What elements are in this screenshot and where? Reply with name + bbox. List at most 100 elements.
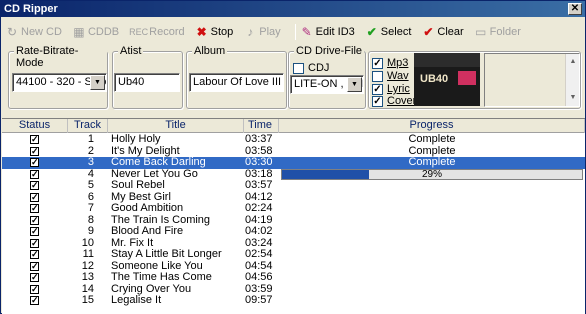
- header-track[interactable]: Track: [68, 119, 108, 133]
- cover-option[interactable]: ✓ Cover: [372, 95, 416, 107]
- row-title: Soul Rebel: [111, 179, 165, 191]
- scroll-up-icon[interactable]: ▲: [567, 56, 579, 68]
- folder-icon: ▭: [475, 25, 487, 39]
- lyric-textarea[interactable]: ▲ ▼: [484, 53, 580, 107]
- progress-percent-label: 29%: [421, 168, 442, 180]
- chevron-down-icon[interactable]: ▼: [347, 77, 362, 92]
- record-label: Record: [149, 26, 185, 38]
- stop-button[interactable]: ✖ Stop: [195, 25, 234, 39]
- select-label: Select: [380, 26, 412, 38]
- new-cd-icon: ↻: [6, 25, 18, 39]
- drive-select[interactable]: LITE-ON , DVD ▼: [290, 75, 364, 94]
- wav-checkbox[interactable]: [372, 70, 383, 82]
- table-row[interactable]: ✓ 9 Blood And Fire 04:02: [2, 225, 585, 238]
- row-time: 03:30: [245, 156, 273, 168]
- drive-label: CD Drive-File: [294, 45, 364, 57]
- chevron-down-icon[interactable]: ▼: [90, 75, 105, 90]
- row-track-number: 9: [87, 225, 94, 237]
- row-status-checkbox[interactable]: ✓: [30, 261, 39, 271]
- header-status[interactable]: Status: [2, 119, 68, 133]
- lyric-checkbox[interactable]: ✓: [372, 83, 383, 95]
- list-header: Status Track Title Time Progress: [2, 119, 585, 133]
- table-row[interactable]: ✓ 7 Good Ambition 02:24: [2, 202, 585, 215]
- row-status-checkbox[interactable]: ✓: [30, 284, 39, 294]
- artist-input[interactable]: Ub40: [114, 73, 180, 92]
- new-cd-button[interactable]: ↻ New CD: [5, 25, 62, 39]
- row-status-checkbox[interactable]: ✓: [30, 135, 39, 144]
- wav-option[interactable]: Wav: [372, 70, 409, 82]
- scroll-down-icon[interactable]: ▼: [567, 92, 579, 104]
- row-status-checkbox[interactable]: ✓: [30, 192, 39, 202]
- row-status-checkbox[interactable]: ✓: [30, 204, 39, 213]
- close-button[interactable]: ✕: [568, 3, 582, 15]
- select-button[interactable]: ✔ Select: [365, 25, 412, 39]
- row-status-checkbox[interactable]: ✓: [30, 146, 39, 156]
- lyric-label: Lyric: [387, 83, 410, 95]
- row-status-checkbox[interactable]: ✓: [30, 250, 39, 259]
- play-label: Play: [259, 26, 281, 38]
- row-time: 03:57: [245, 179, 273, 191]
- header-title[interactable]: Title: [108, 119, 244, 133]
- table-row[interactable]: ✓ 11 Stay A Little Bit Longer 02:54: [2, 248, 585, 261]
- cddb-label: CDDB: [87, 26, 120, 38]
- stop-label: Stop: [210, 26, 234, 38]
- mp3-label: Mp3: [387, 57, 409, 69]
- header-progress[interactable]: Progress: [279, 119, 585, 133]
- toolbar-separator: [294, 24, 296, 40]
- cddb-icon: ▦: [73, 25, 85, 39]
- row-status-checkbox[interactable]: ✓: [30, 169, 39, 179]
- lyric-option[interactable]: ✓ Lyric: [372, 83, 410, 95]
- row-status-checkbox[interactable]: ✓: [30, 238, 39, 248]
- cdj-option[interactable]: CDJ: [293, 62, 329, 74]
- cover-banner: [414, 53, 480, 67]
- folder-button[interactable]: ▭ Folder: [474, 25, 521, 39]
- row-status-checkbox[interactable]: ✓: [30, 215, 39, 225]
- row-status-checkbox[interactable]: ✓: [30, 227, 39, 236]
- cdj-checkbox[interactable]: [293, 62, 304, 74]
- header-time[interactable]: Time: [244, 119, 279, 133]
- row-progress-text: Complete: [408, 156, 456, 168]
- mp3-checkbox[interactable]: ✓: [372, 57, 383, 69]
- title-bar[interactable]: CD Ripper ✕: [1, 1, 585, 17]
- play-button[interactable]: ♪ Play: [243, 25, 280, 39]
- row-track-number: 11: [82, 248, 94, 260]
- table-row[interactable]: ✓ 5 Soul Rebel 03:57: [2, 179, 585, 192]
- row-status-checkbox[interactable]: ✓: [30, 296, 39, 305]
- rate-label: Rate-Bitrate-Mode: [14, 45, 107, 69]
- cddb-button[interactable]: ▦ CDDB: [72, 25, 119, 39]
- row-track-number: 5: [87, 179, 94, 191]
- cover-accent: [458, 71, 476, 85]
- clear-button[interactable]: ✔ Clear: [421, 25, 463, 39]
- cover-logo-text: UB40: [420, 73, 449, 85]
- new-cd-label: New CD: [21, 26, 62, 38]
- row-track-number: 15: [81, 294, 94, 306]
- row-status-checkbox[interactable]: ✓: [30, 273, 39, 282]
- edit-id3-button[interactable]: ✎ Edit ID3: [300, 25, 355, 39]
- mp3-option[interactable]: ✓ Mp3: [372, 57, 408, 69]
- row-status-checkbox[interactable]: ✓: [30, 181, 39, 190]
- toolbar: ↻ New CD ▦ CDDB REC Record ✖ Stop ♪ Play…: [5, 22, 581, 42]
- row-track-number: 13: [81, 271, 94, 283]
- row-time: 04:56: [245, 271, 273, 283]
- table-row[interactable]: ✓ 1 Holly Holy 03:37 Complete: [2, 133, 585, 146]
- stop-icon: ✖: [196, 25, 207, 39]
- cover-checkbox[interactable]: ✓: [372, 95, 383, 107]
- clear-label: Clear: [437, 26, 464, 38]
- track-rows: ✓ 1 Holly Holy 03:37 Complete ✓ 2 It's My Delig…: [2, 133, 585, 307]
- rate-select[interactable]: 44100 - 320 - Stereo ▼: [12, 73, 107, 92]
- folder-label: Folder: [489, 26, 521, 38]
- cd-ripper-window: CD Ripper ✕ ↻ New CD ▦ CDDB REC Record ✖…: [0, 0, 586, 314]
- row-track-number: 3: [87, 156, 94, 168]
- artist-value: Ub40: [118, 76, 145, 88]
- lyric-scrollbar[interactable]: ▲ ▼: [565, 54, 579, 106]
- cover-label: Cover: [387, 95, 417, 107]
- record-button[interactable]: REC Record: [129, 26, 184, 38]
- table-row[interactable]: ✓ 15 Legalise It 09:57: [2, 294, 585, 307]
- album-input[interactable]: Labour Of Love III: [189, 73, 284, 92]
- table-row[interactable]: ✓ 3 Come Back Darling 03:30 Complete: [2, 156, 585, 169]
- row-title: The Time Has Come: [111, 271, 212, 283]
- row-status-checkbox[interactable]: ✓: [30, 158, 39, 167]
- track-list: Status Track Title Time Progress ✓ 1 Holly…: [2, 118, 585, 314]
- clear-icon: ✔: [423, 25, 434, 39]
- table-row[interactable]: ✓ 13 The Time Has Come 04:56: [2, 271, 585, 284]
